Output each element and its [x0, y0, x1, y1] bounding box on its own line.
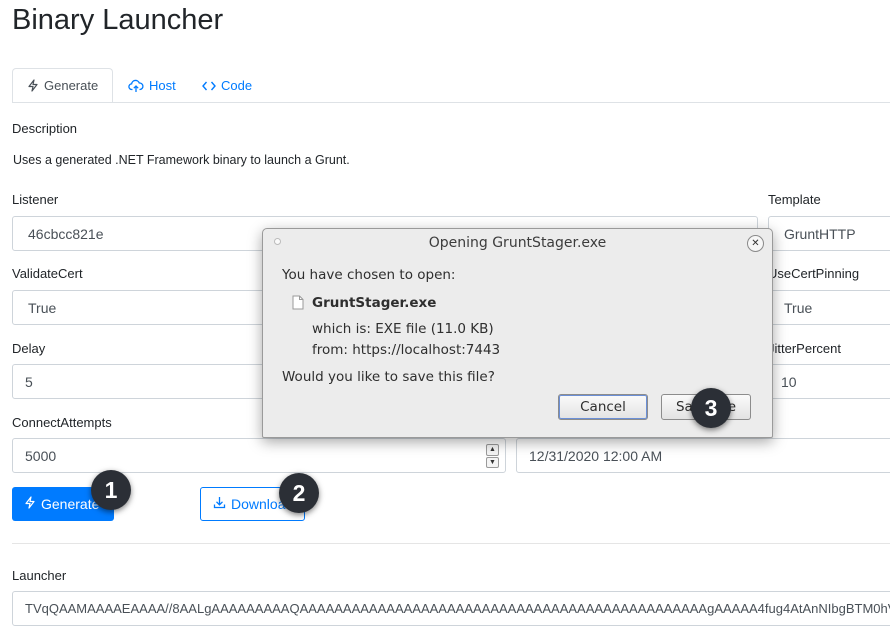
- delay-label: Delay: [12, 341, 46, 356]
- dialog-question: Would you like to save this file?: [282, 369, 495, 385]
- tab-generate[interactable]: Generate: [12, 68, 113, 103]
- dialog-file-source: from: https://localhost:7443: [312, 342, 501, 358]
- step-badge-3: 3: [691, 388, 731, 428]
- step-badge-1: 1: [91, 470, 131, 510]
- cloud-upload-icon: [128, 79, 144, 93]
- bolt-icon: [24, 496, 36, 512]
- connect-attempts-label: ConnectAttempts: [12, 415, 112, 430]
- template-label: Template: [768, 192, 821, 207]
- jitter-percent-label: JitterPercent: [768, 341, 841, 356]
- tab-host-label: Host: [149, 78, 176, 93]
- generate-button-label: Generate: [41, 496, 100, 512]
- dialog-file-type: which is: EXE file (11.0 KB): [312, 321, 494, 337]
- connect-attempts-value: 5000: [25, 447, 57, 464]
- tabs-divider: [12, 102, 890, 103]
- tab-host[interactable]: Host: [114, 68, 190, 103]
- download-icon: [213, 496, 226, 512]
- launcher-label: Launcher: [12, 568, 67, 583]
- number-stepper[interactable]: ▲ ▼: [486, 444, 499, 468]
- file-icon: [292, 295, 304, 314]
- listener-label: Listener: [12, 192, 59, 207]
- jitter-percent-input[interactable]: 10: [768, 364, 890, 399]
- use-cert-pinning-value: True: [784, 299, 813, 316]
- connect-attempts-input[interactable]: 5000 ▲ ▼: [12, 438, 506, 473]
- dialog-intro: You have chosen to open:: [282, 267, 456, 283]
- tab-generate-label: Generate: [44, 78, 99, 93]
- launcher-output-field[interactable]: TVqQAAMAAAAEAAAA//8AALgAAAAAAAAAQAAAAAAA…: [12, 591, 890, 626]
- stepper-up-icon[interactable]: ▲: [486, 444, 499, 456]
- kill-date-value: 12/31/2020 12:00 AM: [529, 447, 663, 464]
- dialog-close-button[interactable]: ✕: [747, 235, 764, 252]
- dialog-title: Opening GruntStager.exe: [428, 235, 607, 251]
- cancel-button-label: Cancel: [580, 399, 626, 415]
- template-select[interactable]: GruntHTTP: [768, 216, 890, 251]
- use-cert-pinning-select[interactable]: True: [768, 290, 890, 325]
- delay-value: 5: [25, 373, 33, 390]
- validate-cert-label: ValidateCert: [12, 266, 83, 281]
- step-badge-2: 2: [279, 473, 319, 513]
- launcher-value: TVqQAAMAAAAEAAAA//8AALgAAAAAAAAAQAAAAAAA…: [25, 601, 890, 616]
- dialog-file-name: GruntStager.exe: [312, 295, 437, 311]
- use-cert-pinning-label: UseCertPinning: [768, 266, 860, 281]
- validate-cert-value: True: [28, 299, 57, 316]
- tab-code-label: Code: [221, 78, 253, 93]
- kill-date-input[interactable]: 12/31/2020 12:00 AM: [516, 438, 890, 473]
- template-value: GruntHTTP: [784, 225, 856, 242]
- description-label: Description: [12, 121, 78, 136]
- tab-code[interactable]: Code: [188, 68, 266, 103]
- cancel-button[interactable]: Cancel: [558, 394, 648, 420]
- section-divider: [12, 543, 890, 544]
- page-title: Binary Launcher: [12, 4, 224, 36]
- bolt-icon: [27, 79, 39, 92]
- stepper-down-icon[interactable]: ▼: [486, 456, 499, 468]
- code-icon: [202, 80, 216, 92]
- description-text: Uses a generated .NET Framework binary t…: [13, 153, 350, 167]
- jitter-percent-value: 10: [781, 373, 797, 390]
- listener-value: 46cbcc821e: [28, 225, 104, 242]
